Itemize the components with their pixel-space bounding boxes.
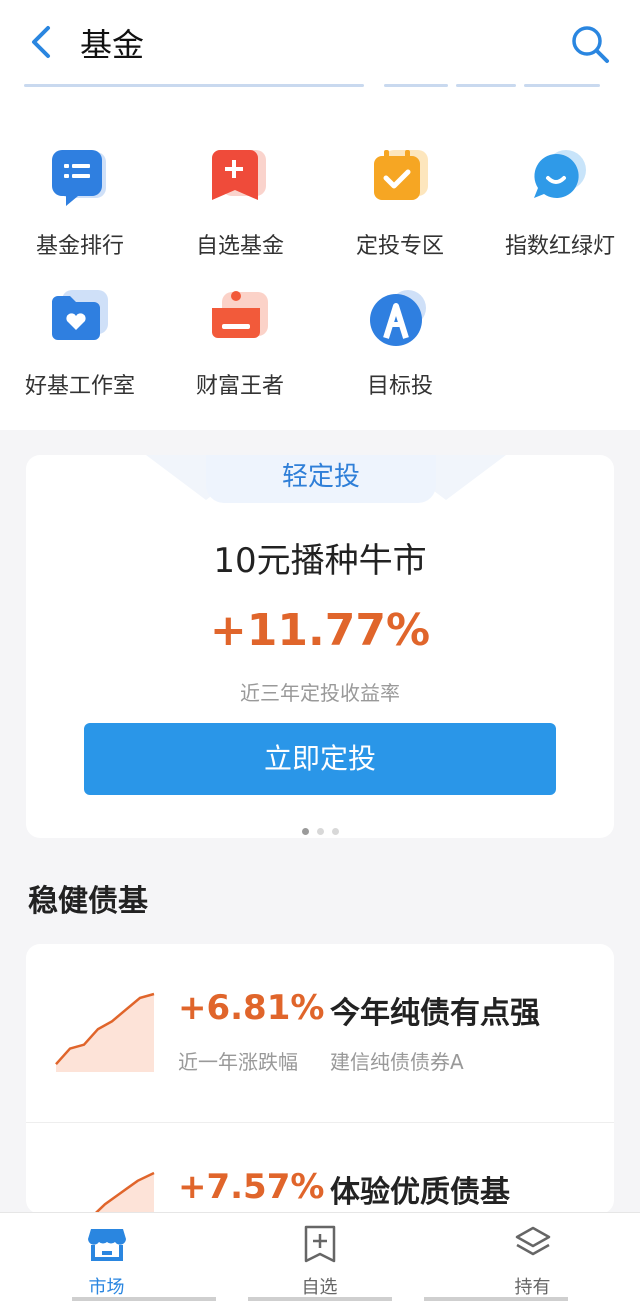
entry-fund-studio[interactable]: 好基工作室 — [0, 288, 160, 400]
entry-fund-ranking[interactable]: 基金排行 — [0, 148, 160, 260]
entry-target-invest[interactable]: 目标投 — [320, 288, 480, 400]
promo-return-rate: +11.77% — [209, 605, 431, 656]
chat-bubble-icon — [534, 150, 586, 198]
quick-entry-grid: 基金排行 自选基金 定投专区 指数红绿灯 好基工作室 财富王者 目标投 — [0, 90, 640, 430]
fund-list: +6.81% 今年纯债有点强 近一年涨跌幅 建信纯债债券A +7.57% 体验优… — [26, 944, 614, 1214]
tab-holdings[interactable]: 持有 — [426, 1213, 639, 1301]
home-indicator — [72, 1297, 216, 1301]
carousel-dot[interactable] — [331, 828, 339, 835]
tab-label: 持有 — [514, 1277, 551, 1298]
fund-name: 建信纯债债券A — [330, 1050, 464, 1074]
entry-label: 定投专区 — [355, 234, 444, 259]
trend-sparkline — [92, 1171, 155, 1214]
calendar-check-icon — [374, 150, 428, 200]
trend-sparkline — [55, 992, 155, 1072]
entry-index-lights[interactable]: 指数红绿灯 — [480, 148, 640, 260]
home-indicator — [424, 1297, 568, 1301]
fund-return: +7.57% — [178, 1167, 325, 1207]
carousel-dot[interactable] — [301, 828, 309, 835]
entry-label: 基金排行 — [35, 234, 124, 259]
fund-item[interactable]: +7.57% 体验优质债基 — [26, 1122, 614, 1214]
carousel-indicator — [26, 820, 614, 838]
entry-label: 好基工作室 — [24, 374, 135, 399]
entry-label: 指数红绿灯 — [504, 234, 615, 259]
crown-icon — [212, 291, 268, 338]
promo-headline: 10元播种牛市 — [213, 541, 427, 581]
add-bookmark-icon — [212, 150, 266, 200]
folder-heart-icon — [52, 290, 108, 340]
fund-theme: 体验优质债基 — [330, 1175, 510, 1210]
fund-item[interactable]: +6.81% 今年纯债有点强 近一年涨跌幅 建信纯债债券A — [26, 944, 614, 1122]
entry-watch-funds[interactable]: 自选基金 — [160, 148, 320, 260]
market-icon — [87, 1229, 126, 1261]
carousel-dot[interactable] — [316, 828, 324, 835]
entry-label: 目标投 — [366, 374, 433, 399]
search-icon[interactable] — [568, 22, 612, 66]
home-indicator — [248, 1297, 392, 1301]
target-a-icon — [370, 290, 426, 346]
return-period: 近一年涨跌幅 — [178, 1050, 298, 1074]
fund-theme: 今年纯债有点强 — [330, 996, 540, 1031]
bookmark-add-icon — [304, 1225, 335, 1263]
sip-promo-card: 轻定投 10元播种牛市 +11.77% 近三年定投收益率 立即定投 — [26, 455, 614, 838]
entry-label: 财富王者 — [195, 374, 284, 399]
promo-rate-caption: 近三年定投收益率 — [240, 681, 400, 705]
tab-watchlist[interactable]: 自选 — [213, 1213, 426, 1301]
bottom-tab-bar: 市场 自选 持有 — [0, 1212, 640, 1301]
entry-wealth-king[interactable]: 财富王者 — [160, 288, 320, 400]
page-title: 基金 — [80, 26, 145, 64]
tab-label: 市场 — [88, 1277, 125, 1298]
list-icon — [52, 150, 106, 206]
fund-return: +6.81% — [178, 988, 325, 1028]
entry-label: 自选基金 — [195, 234, 284, 259]
layers-icon — [515, 1226, 550, 1256]
section-title: 稳健债基 — [28, 884, 148, 919]
start-sip-button[interactable]: 立即定投 — [84, 723, 556, 795]
top-bar: 基金 — [0, 0, 640, 85]
back-arrow-icon[interactable] — [24, 22, 60, 62]
tab-market[interactable]: 市场 — [0, 1213, 213, 1301]
sparkline-area — [56, 994, 154, 1072]
tab-label: 自选 — [301, 1277, 338, 1298]
entry-sip-zone[interactable]: 定投专区 — [320, 148, 480, 260]
promo-tag: 轻定投 — [206, 455, 436, 503]
